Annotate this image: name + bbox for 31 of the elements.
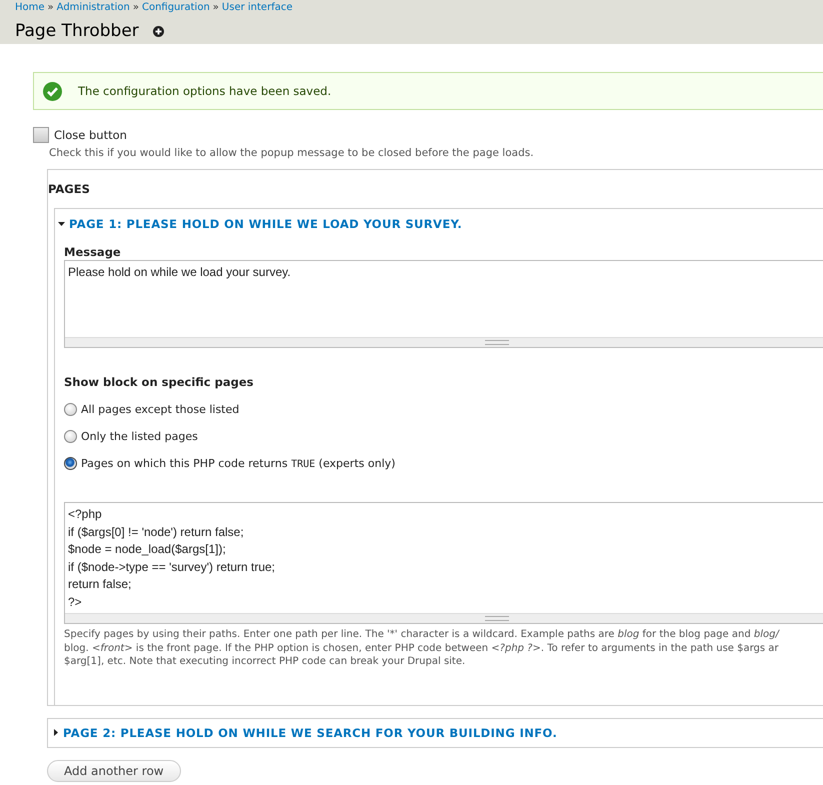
- message-textarea[interactable]: Please hold on while we load your survey.: [64, 260, 823, 348]
- radio-label: Pages on which this PHP code returns TRUE (experts only): [81, 457, 396, 470]
- help-text: Specify pages by using their paths. Enter one path per line. The '*' character is a wildcard. Example paths are blog for the blog page and blog/ blog. <front> is the front page. If the PHP option is chosen, enter PHP code between <?php ?>. To refer to arguments in the path use $args ar $arg[1], etc. Note that executing incorrect PHP code can break your Drupal site.: [64, 628, 781, 668]
- fieldset-legend: PAGES: [48, 182, 823, 196]
- field-label: Show block on specific pages: [64, 375, 254, 389]
- field-label: Message: [64, 245, 122, 259]
- collapsed-triangle-icon: [54, 729, 59, 736]
- field-description: Check this if you would like to allow the popup message to be closed before the page loads.: [49, 147, 535, 159]
- php-code-textarea[interactable]: <?php if ($args[0] != 'node') return false; $node = node_load($args[1]); if ($node->type == 'survey') return true; return false; ?>: [64, 502, 823, 624]
- breadcrumb-link[interactable]: Home: [15, 2, 45, 13]
- fieldset-toggle-link[interactable]: PAGE 2: PLEASE HOLD ON WHILE WE SEARCH FOR YOUR BUILDING INFO.: [63, 726, 558, 740]
- breadcrumb-separator: »: [212, 2, 219, 13]
- radio-label: Only the listed pages: [81, 430, 198, 443]
- breadcrumb-separator: »: [48, 2, 54, 13]
- radio-button[interactable]: [64, 430, 77, 443]
- breadcrumb-link[interactable]: Administration: [56, 2, 130, 13]
- status-text: The configuration options have been saved.: [78, 84, 332, 98]
- checkbox[interactable]: [33, 127, 49, 143]
- radio-label: All pages except those listed: [81, 403, 240, 416]
- expanded-triangle-icon: [58, 222, 65, 226]
- check-circle-icon: [43, 82, 62, 100]
- add-shortcut-icon[interactable]: [152, 26, 164, 36]
- radio-button[interactable]: [64, 457, 77, 470]
- breadcrumb-separator: »: [132, 2, 139, 13]
- checkbox-label: Close button: [54, 128, 127, 142]
- radio-button[interactable]: [64, 403, 77, 416]
- add-row-button[interactable]: Add another row: [47, 760, 181, 782]
- page-title: Page Throbber: [15, 20, 139, 42]
- breadcrumb-link[interactable]: Configuration: [142, 2, 210, 13]
- breadcrumb-link[interactable]: User interface: [222, 2, 292, 13]
- fieldset-toggle-link[interactable]: PAGE 1: PLEASE HOLD ON WHILE WE LOAD YOUR SURVEY.: [69, 217, 462, 231]
